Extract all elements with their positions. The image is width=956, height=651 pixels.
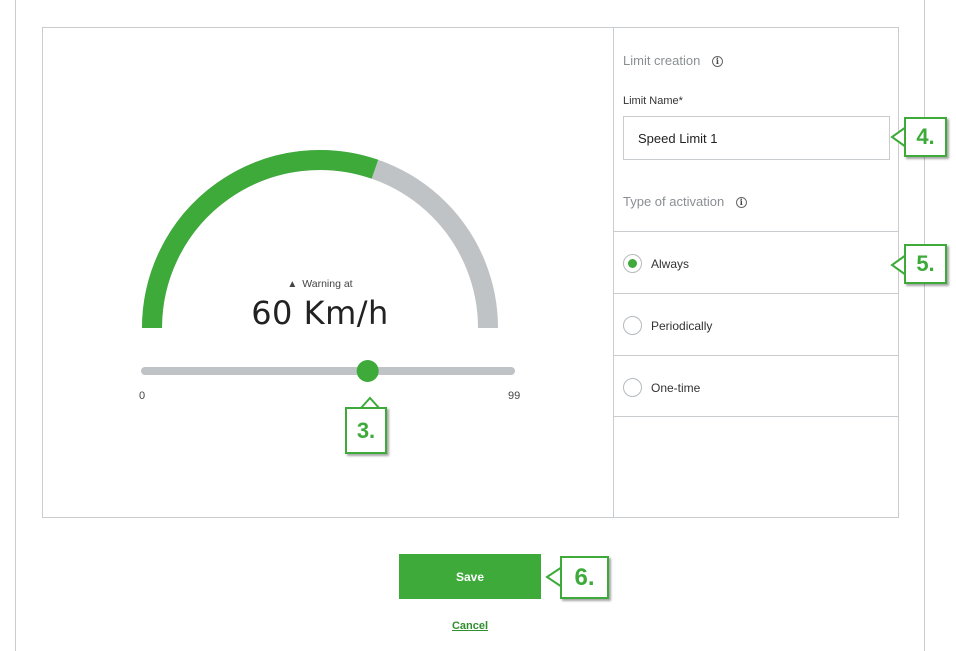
slider-max-label: 99 bbox=[508, 390, 521, 402]
option-periodically[interactable]: Periodically bbox=[614, 293, 899, 355]
option-one-time[interactable]: One-time bbox=[614, 355, 899, 417]
slider-thumb[interactable] bbox=[356, 360, 379, 382]
limit-creation-title: Limit creation bbox=[623, 53, 701, 68]
activation-type-heading: Type of activation i bbox=[623, 194, 747, 209]
activation-type-title: Type of activation bbox=[623, 194, 725, 209]
callout-5: 5. bbox=[889, 242, 951, 290]
cancel-link[interactable]: Cancel bbox=[420, 620, 520, 632]
limit-name-label: Limit Name* bbox=[623, 95, 683, 107]
warning-row: ▲ Warning at bbox=[235, 278, 405, 290]
slider-min-label: 0 bbox=[139, 390, 146, 402]
limit-settings-panel: Limit creation i Limit Name* Type of act… bbox=[613, 28, 899, 517]
callout-6-box: 6. bbox=[560, 556, 609, 599]
limit-name-input[interactable] bbox=[623, 116, 890, 160]
limit-card: ▲ Warning at 60 Km/h 0 99 Limit creation… bbox=[42, 27, 899, 518]
callout-4-box: 4. bbox=[904, 117, 947, 157]
radio-always[interactable] bbox=[623, 254, 642, 273]
gauge-panel: ▲ Warning at 60 Km/h 0 99 bbox=[43, 28, 613, 517]
option-label: Always bbox=[651, 257, 690, 271]
gauge-svg bbox=[141, 150, 515, 382]
warning-label: Warning at bbox=[302, 278, 353, 290]
callout-3: 3. bbox=[345, 394, 391, 460]
option-label: Periodically bbox=[651, 319, 713, 333]
info-icon[interactable]: i bbox=[735, 197, 747, 208]
callout-6: 6. bbox=[544, 554, 614, 604]
warning-triangle-icon: ▲ bbox=[287, 279, 298, 290]
callout-3-box: 3. bbox=[345, 407, 387, 454]
callout-5-box: 5. bbox=[904, 244, 947, 284]
save-button[interactable]: Save bbox=[399, 554, 541, 599]
speed-value: 60 Km/h bbox=[251, 294, 389, 332]
callout-4: 4. bbox=[889, 114, 951, 162]
slider-track[interactable] bbox=[141, 367, 515, 375]
radio-one-time[interactable] bbox=[623, 378, 642, 397]
option-always[interactable]: Always bbox=[614, 231, 899, 293]
limit-creation-heading: Limit creation i bbox=[623, 53, 723, 68]
option-label: One-time bbox=[651, 381, 701, 395]
info-icon[interactable]: i bbox=[711, 56, 723, 67]
radio-periodically[interactable] bbox=[623, 316, 642, 335]
